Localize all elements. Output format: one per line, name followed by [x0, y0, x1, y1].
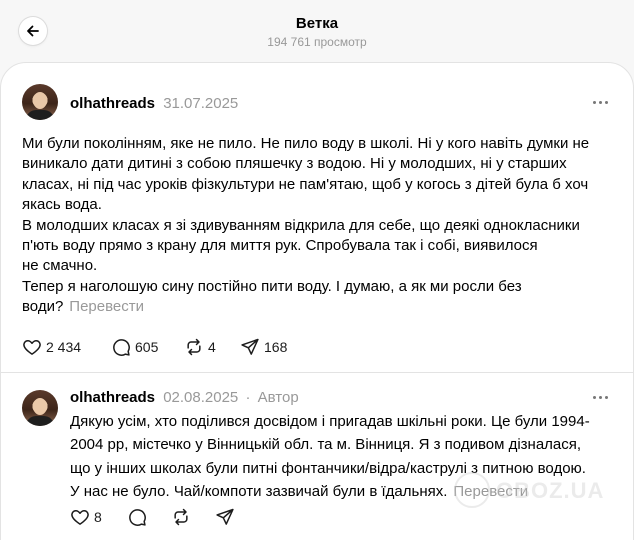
send-icon: [241, 338, 259, 355]
comment-button[interactable]: [127, 507, 147, 527]
repost-button[interactable]: [171, 507, 191, 527]
like-button[interactable]: 2 434: [22, 337, 81, 357]
post-text-line: Тепер я наголошую сину постійно пити вод…: [22, 277, 522, 295]
post-text: Ми були поколінням, яке не пило. Не пило…: [22, 134, 617, 318]
comment-icon: [113, 339, 130, 356]
post-header: olhathreads 02.08.2025 · Автор: [70, 389, 299, 406]
post-header: olhathreads 31.07.2025: [70, 95, 238, 112]
like-count: 2 434: [46, 339, 82, 355]
post-text-line: не смачно.: [22, 257, 98, 275]
more-options-icon[interactable]: [592, 389, 610, 405]
divider: [0, 372, 634, 373]
repost-button[interactable]: 4: [184, 337, 216, 357]
heart-icon: [23, 340, 41, 355]
comment-count: 605: [135, 339, 159, 355]
avatar[interactable]: [22, 84, 58, 120]
repost-icon: [187, 338, 201, 356]
view-count: 194 761 просмотр: [267, 35, 367, 49]
post-text-line: класах, ні під час уроків фізкультури не…: [22, 175, 589, 193]
share-count: 168: [264, 339, 288, 355]
post-text-line: води?: [22, 298, 64, 316]
translate-link[interactable]: Перевести: [69, 298, 144, 315]
post-text-line: п'ють воду прямо з крану для миття рук. …: [22, 237, 538, 255]
username[interactable]: olhathreads: [70, 389, 155, 406]
watermark-logo: OBOZ.UA: [454, 470, 624, 510]
more-options-icon[interactable]: [592, 94, 610, 110]
post-text-line: Ми були поколінням, яке не пило. Не пило…: [22, 135, 590, 152]
post-text-line: 2004 рр, містечко у Вінницькій обл. та м…: [70, 436, 582, 454]
action-bar: 2 434 605 4 168: [0, 337, 634, 361]
comment-button[interactable]: 605: [111, 337, 158, 357]
post-text-line: Дякую усім, хто поділився досвідом і при…: [70, 413, 590, 430]
watermark-text: OBOZ.UA: [496, 478, 605, 503]
author-badge: Автор: [257, 389, 299, 406]
repost-count: 4: [208, 339, 216, 355]
heart-icon: [71, 510, 89, 525]
like-button[interactable]: 8: [70, 507, 102, 527]
repost-icon: [174, 508, 188, 526]
post-date[interactable]: 31.07.2025: [163, 95, 238, 112]
share-button[interactable]: 168: [240, 337, 287, 357]
separator: ·: [245, 389, 251, 406]
action-bar: 8: [0, 507, 634, 531]
post-date[interactable]: 02.08.2025: [163, 389, 238, 406]
share-button[interactable]: [215, 507, 235, 527]
like-count: 8: [94, 509, 102, 525]
avatar[interactable]: [22, 390, 58, 426]
post-text-line: виникало дати дитині з собою пляшечку з …: [22, 155, 567, 173]
comment-icon: [129, 509, 146, 526]
username[interactable]: olhathreads: [70, 95, 155, 112]
send-icon: [216, 508, 234, 525]
page-title: Ветка: [295, 15, 339, 32]
post-text-line: У нас не було. Чай/компоти зазвичай були…: [70, 482, 448, 500]
post-text-line: якась вода.: [22, 196, 102, 214]
top-bar: Ветка 194 761 просмотр: [0, 0, 634, 60]
post-text-line: В молодших класах я зі здивуванням відкр…: [22, 216, 580, 234]
